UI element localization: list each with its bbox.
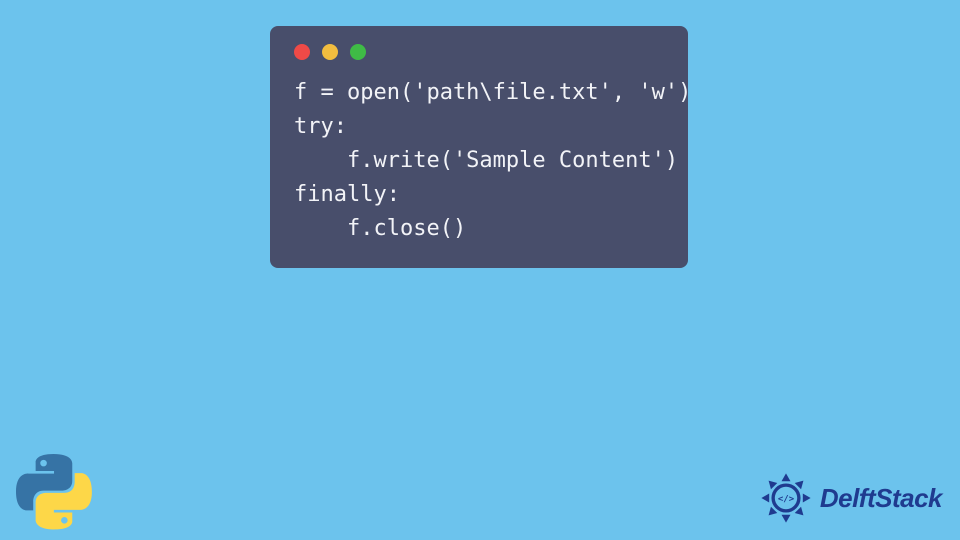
code-line: f.close() xyxy=(294,216,466,241)
brand-name: DelftStack xyxy=(820,483,942,514)
brand-logo: </> DelftStack xyxy=(758,470,942,526)
code-line: finally: xyxy=(294,182,400,207)
svg-text:</>: </> xyxy=(778,494,794,504)
window-controls xyxy=(294,44,664,60)
minimize-dot-icon xyxy=(322,44,338,60)
code-line: try: xyxy=(294,114,347,139)
code-block: f = open('path\file.txt', 'w') try: f.wr… xyxy=(294,76,664,246)
close-dot-icon xyxy=(294,44,310,60)
code-card: f = open('path\file.txt', 'w') try: f.wr… xyxy=(270,26,688,268)
code-line: f.write('Sample Content') xyxy=(294,148,678,173)
code-line: f = open('path\file.txt', 'w') xyxy=(294,80,691,105)
delftstack-badge-icon: </> xyxy=(758,470,814,526)
python-logo-icon xyxy=(16,454,92,530)
maximize-dot-icon xyxy=(350,44,366,60)
